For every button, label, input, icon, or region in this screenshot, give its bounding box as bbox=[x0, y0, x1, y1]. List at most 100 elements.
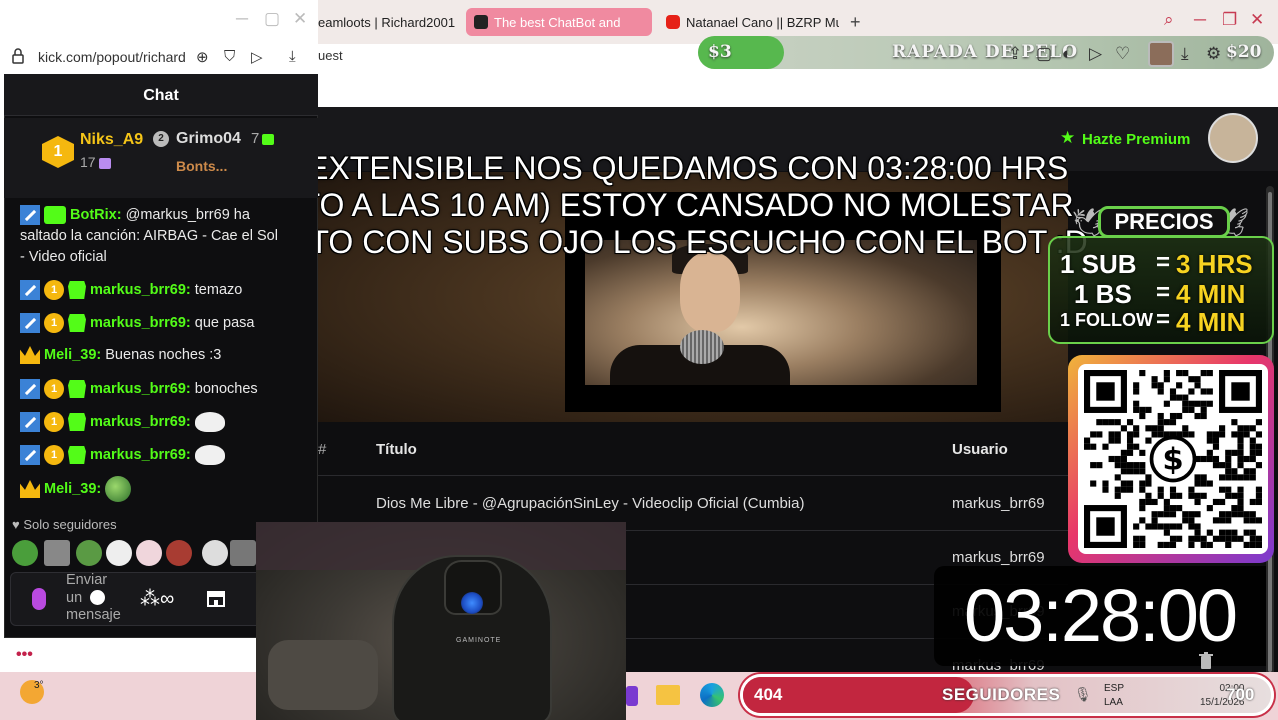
leader-2-name[interactable]: Grimo04 bbox=[176, 130, 241, 148]
emote-icon[interactable] bbox=[230, 540, 256, 566]
app-icon[interactable] bbox=[626, 686, 638, 706]
crown-badge-icon bbox=[20, 480, 40, 498]
emote-icon[interactable] bbox=[44, 540, 70, 566]
file-explorer-icon[interactable] bbox=[656, 685, 680, 705]
close-window-button[interactable]: ✕ bbox=[1250, 10, 1264, 30]
url-text[interactable]: kick.com/popout/richard bbox=[38, 49, 188, 65]
chat-username[interactable]: Meli_39: bbox=[44, 481, 101, 497]
tab-1-label: eamloots | Richard2001 bbox=[318, 14, 456, 30]
moderator-badge-icon bbox=[20, 313, 40, 333]
download-icon[interactable]: ⤓ bbox=[1181, 44, 1189, 64]
close-button[interactable]: ✕ bbox=[293, 9, 307, 29]
chat-message: 1 markus_brr69: temazo bbox=[20, 280, 242, 300]
chat-message-cont: - Video oficial bbox=[20, 249, 107, 265]
emote-icon[interactable] bbox=[202, 540, 228, 566]
leader-1-count: 17 bbox=[80, 154, 111, 170]
globe-emote-icon bbox=[105, 476, 132, 502]
chat-username[interactable]: markus_brr69: bbox=[90, 381, 191, 397]
col-number: # bbox=[318, 441, 327, 458]
emote-icon[interactable] bbox=[136, 540, 162, 566]
pepe-emote-icon[interactable] bbox=[76, 540, 102, 566]
sub-badge-icon bbox=[68, 314, 86, 332]
chat-text: que pasa bbox=[194, 314, 255, 331]
zoom-icon[interactable]: ⊕ bbox=[196, 48, 209, 66]
trash-icon[interactable] bbox=[1198, 652, 1214, 670]
sub-badge-icon bbox=[68, 446, 86, 464]
tab-chatbot[interactable]: The best ChatBot and bbox=[466, 8, 652, 36]
webcam-headset bbox=[461, 592, 483, 614]
price-item: 1 FOLLOW bbox=[1060, 310, 1153, 330]
leader-1-name[interactable]: Niks_A9 bbox=[80, 131, 143, 149]
premium-link[interactable]: Hazte Premium bbox=[1082, 131, 1190, 148]
lang-secondary: LAA bbox=[1104, 697, 1123, 708]
chat-message: Meli_39: Buenas noches :3 bbox=[20, 346, 221, 364]
seal-emote-icon bbox=[194, 412, 225, 432]
chat-message: Meli_39: bbox=[20, 476, 132, 502]
profile-avatar[interactable] bbox=[1208, 113, 1258, 163]
chat-username[interactable]: BotRix: bbox=[70, 207, 122, 223]
chat-username[interactable]: Meli_39: bbox=[44, 347, 101, 363]
pepe-emote-icon[interactable] bbox=[12, 540, 38, 566]
emoji-picker-icon[interactable] bbox=[90, 590, 105, 605]
chat-username[interactable]: markus_brr69: bbox=[90, 447, 191, 463]
sub-badge-icon bbox=[68, 281, 86, 299]
settings-icon[interactable]: ⚙ bbox=[1206, 44, 1221, 64]
gifter-badge-icon: 1 bbox=[44, 280, 64, 300]
chat-username[interactable]: markus_brr69: bbox=[90, 282, 191, 298]
chat-text: Buenas noches :3 bbox=[105, 346, 222, 363]
followers-only-notice: ♥ Solo seguidores bbox=[12, 517, 117, 532]
gifter-badge-icon: 1 bbox=[44, 379, 64, 399]
sub-badge-icon bbox=[68, 380, 86, 398]
new-tab-button[interactable]: + bbox=[850, 12, 861, 33]
emote-icon[interactable] bbox=[166, 540, 192, 566]
maximize-button[interactable]: ❐ bbox=[1222, 10, 1237, 30]
store-icon[interactable] bbox=[206, 588, 226, 608]
followers-goal: 700 bbox=[1226, 685, 1255, 704]
chat-title: Chat bbox=[143, 87, 179, 104]
chat-username[interactable]: markus_brr69: bbox=[90, 414, 191, 430]
share-icon[interactable]: ⇪ bbox=[1008, 44, 1022, 64]
chat-message: 1 markus_brr69: bbox=[20, 412, 225, 432]
points-icon[interactable]: ⁂∞ bbox=[140, 586, 174, 611]
moderator-badge-icon bbox=[20, 379, 40, 399]
moderator-badge-icon bbox=[20, 412, 40, 432]
minimize-button[interactable]: ─ bbox=[236, 9, 248, 29]
lock-icon[interactable] bbox=[12, 48, 24, 64]
extension-icon[interactable]: ▢ bbox=[1036, 44, 1052, 64]
input-language[interactable]: ESP LAA bbox=[1104, 682, 1124, 710]
chair-brand: GAMINOTE bbox=[456, 637, 502, 644]
webcam-pillow bbox=[268, 640, 378, 710]
play-icon[interactable]: ▷ bbox=[1089, 44, 1102, 64]
minimize-button[interactable]: ─ bbox=[1194, 10, 1206, 30]
address-fragment[interactable]: uest bbox=[318, 48, 343, 63]
lang-primary: ESP bbox=[1104, 683, 1125, 694]
followers-label: SEGUIDORES bbox=[942, 685, 1061, 704]
search-tabs-icon[interactable]: ⌕ bbox=[1164, 10, 1174, 30]
countdown-timer: 03:28:00 bbox=[934, 566, 1266, 666]
download-icon[interactable]: ⤓ bbox=[289, 48, 296, 65]
gift-icon bbox=[262, 133, 275, 145]
account-avatar[interactable] bbox=[1148, 41, 1174, 67]
tab-youtube[interactable]: Natanael Cano || BZRP Mu bbox=[664, 8, 839, 36]
tab-streamloots[interactable]: eamloots | Richard2001 bbox=[318, 8, 458, 36]
emote-picker-row bbox=[12, 540, 258, 568]
more-options-icon[interactable]: ••• bbox=[16, 646, 33, 664]
maximize-button[interactable]: ▢ bbox=[264, 9, 280, 29]
leader-3-name[interactable]: Bonts... bbox=[176, 158, 227, 174]
edge-browser-icon[interactable] bbox=[700, 683, 724, 707]
seal-emote-icon[interactable] bbox=[106, 540, 132, 566]
chat-message: BotRix: @markus_brr69 ha bbox=[20, 205, 250, 225]
theme-icon[interactable]: ◐ bbox=[1062, 44, 1072, 64]
price-value: 4 MIN bbox=[1176, 307, 1246, 337]
mic-icon[interactable]: 🎙 bbox=[1074, 686, 1092, 703]
dollar-icon: $ bbox=[1162, 442, 1183, 477]
heart-icon[interactable]: ♡ bbox=[1115, 44, 1130, 64]
chat-username[interactable]: markus_brr69: bbox=[90, 315, 191, 331]
row-user: markus_brr69 bbox=[952, 495, 1045, 512]
gifter-badge-icon: 1 bbox=[44, 445, 64, 465]
mic-icon[interactable] bbox=[32, 588, 46, 610]
video-singer-face bbox=[680, 252, 740, 332]
shield-icon[interactable]: ⛉ bbox=[224, 48, 235, 65]
row-title: Dios Me Libre - @AgrupaciónSinLey - Vide… bbox=[376, 495, 805, 512]
play-icon[interactable]: ▷ bbox=[251, 48, 263, 66]
